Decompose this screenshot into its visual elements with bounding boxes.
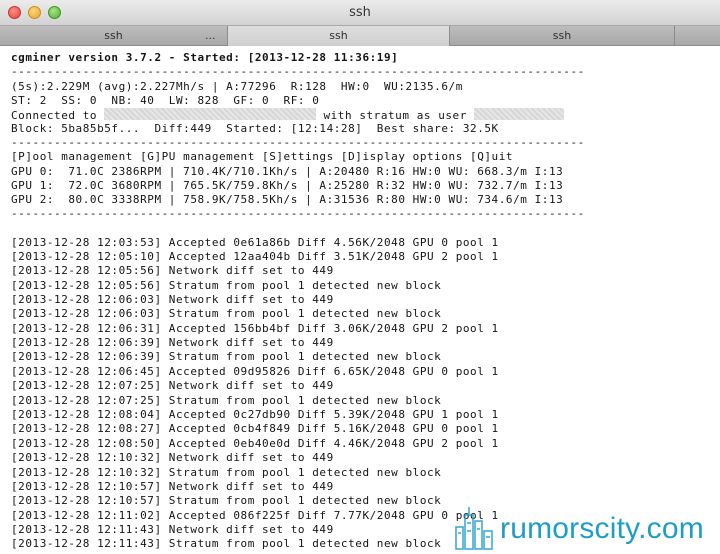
version-line: cgminer version 3.7.2 - Started: [2013-1… bbox=[11, 51, 399, 64]
tab-overflow-indicator: ... bbox=[205, 29, 216, 42]
log-entry: [2013-12-28 12:08:50] Accepted 0eb40e0d … bbox=[11, 437, 499, 450]
window-title: ssh bbox=[349, 5, 371, 20]
connected-label: Connected to bbox=[11, 109, 98, 122]
connection-line: Connected to with stratum as user bbox=[11, 108, 565, 122]
gpu-status-0: GPU 0: 71.0C 2386RPM | 710.4K/710.1Kh/s … bbox=[11, 165, 564, 178]
log-entry: [2013-12-28 12:10:57] Stratum from pool … bbox=[11, 494, 442, 507]
log-entry: [2013-12-28 12:05:56] Stratum from pool … bbox=[11, 279, 442, 292]
log-entry: [2013-12-28 12:06:39] Stratum from pool … bbox=[11, 350, 442, 363]
log-entry: [2013-12-28 12:10:57] Network diff set t… bbox=[11, 480, 334, 493]
divider: ----------------------------------------… bbox=[11, 65, 585, 78]
divider: ----------------------------------------… bbox=[11, 207, 585, 220]
redacted-pool-address bbox=[104, 108, 317, 120]
log-entry: [2013-12-28 12:05:10] Accepted 12aa404b … bbox=[11, 250, 499, 263]
log-entry: [2013-12-28 12:06:31] Accepted 156bb4bf … bbox=[11, 322, 499, 335]
log-entry: [2013-12-28 12:11:43] Network diff set t… bbox=[11, 523, 334, 536]
watermark-text: rumorscity.com bbox=[500, 512, 704, 545]
gpu-status-2: GPU 2: 80.0C 3338RPM | 758.9K/758.5Kh/s … bbox=[11, 193, 564, 206]
log-entry: [2013-12-28 12:10:32] Network diff set t… bbox=[11, 451, 334, 464]
watermark: rumorscity.com bbox=[452, 503, 720, 551]
log-entry: [2013-12-28 12:05:56] Network diff set t… bbox=[11, 264, 334, 277]
log-entry: [2013-12-28 12:08:27] Accepted 0cb4f849 … bbox=[11, 422, 499, 435]
tab-ssh-3[interactable]: ssh bbox=[450, 26, 675, 46]
tab-bar: ssh ... ssh ssh bbox=[0, 26, 720, 46]
log-entry: [2013-12-28 12:07:25] Stratum from pool … bbox=[11, 394, 442, 407]
terminal-output[interactable]: cgminer version 3.7.2 - Started: [2013-1… bbox=[0, 47, 720, 554]
log-entry: [2013-12-28 12:11:43] Stratum from pool … bbox=[11, 537, 442, 550]
command-menu: [P]ool management [G]PU management [S]et… bbox=[11, 150, 514, 163]
city-skyline-icon bbox=[455, 507, 493, 550]
log-entry: [2013-12-28 12:06:03] Network diff set t… bbox=[11, 293, 334, 306]
stratum-user-label: with stratum as user bbox=[323, 109, 467, 122]
divider: ----------------------------------------… bbox=[11, 136, 585, 149]
hashrate-stats: (5s):2.229M (avg):2.227Mh/s | A:77296 R:… bbox=[11, 80, 463, 93]
log-entry: [2013-12-28 12:11:02] Accepted 086f225f … bbox=[11, 509, 499, 522]
title-bar[interactable]: ssh bbox=[0, 0, 720, 26]
block-info: Block: 5ba85b5f... Diff:449 Started: [12… bbox=[11, 122, 499, 135]
gpu-status-1: GPU 1: 72.0C 3680RPM | 765.5K/759.8Kh/s … bbox=[11, 179, 564, 192]
log-entry: [2013-12-28 12:08:04] Accepted 0c27db90 … bbox=[11, 408, 499, 421]
log-entry: [2013-12-28 12:06:39] Network diff set t… bbox=[11, 336, 334, 349]
log-entry: [2013-12-28 12:07:25] Network diff set t… bbox=[11, 379, 334, 392]
log-entry: [2013-12-28 12:03:53] Accepted 0e61a86b … bbox=[11, 236, 499, 249]
redacted-username bbox=[474, 108, 565, 120]
tab-ssh-2[interactable]: ssh bbox=[228, 26, 450, 46]
log-entry: [2013-12-28 12:06:45] Accepted 09d95826 … bbox=[11, 365, 499, 378]
log-entry: [2013-12-28 12:06:03] Stratum from pool … bbox=[11, 307, 442, 320]
network-status: ST: 2 SS: 0 NB: 40 LW: 828 GF: 0 RF: 0 bbox=[11, 94, 320, 107]
log-entry: [2013-12-28 12:10:32] Stratum from pool … bbox=[11, 466, 442, 479]
tab-ssh-1[interactable]: ssh bbox=[0, 26, 228, 46]
